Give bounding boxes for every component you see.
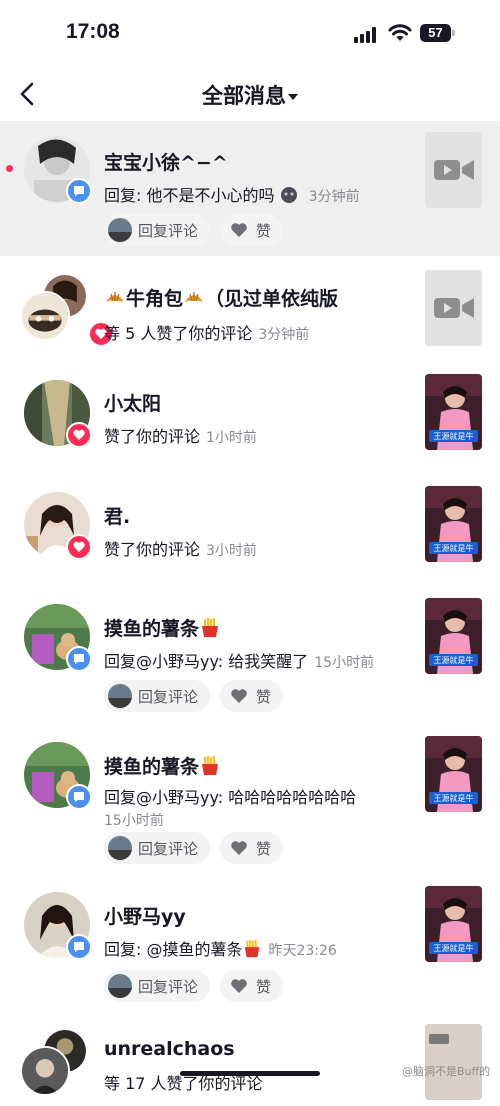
status-bar: 17:08 57 xyxy=(0,0,500,66)
video-thumbnail[interactable]: 王源就是牛 xyxy=(425,886,482,962)
avatar[interactable] xyxy=(24,892,92,960)
heart-icon xyxy=(231,979,247,993)
sender-name[interactable]: unrealchaos xyxy=(104,1038,235,1060)
message-item[interactable]: 牛角包 （见过单依纯版 等 5 人赞了你的评论 3分钟前 xyxy=(0,256,500,364)
wifi-icon xyxy=(388,24,412,41)
message-time: 3分钟前 xyxy=(258,327,310,343)
avatar[interactable] xyxy=(24,136,92,204)
sender-name[interactable]: 君. xyxy=(104,502,130,529)
like-button[interactable]: 赞 xyxy=(220,680,284,712)
message-time: 3小时前 xyxy=(206,543,257,559)
battery-level: 57 xyxy=(420,24,451,42)
video-thumbnail[interactable] xyxy=(425,132,482,208)
thumb-mini xyxy=(108,684,132,708)
svg-text:王源就是牛: 王源就是牛 xyxy=(434,943,474,953)
video-thumbnail[interactable] xyxy=(425,270,482,346)
message-item[interactable]: 君. 赞了你的评论 3小时前 王源就是牛 xyxy=(0,476,500,588)
reply-comment-button[interactable]: 回复评论 xyxy=(104,214,211,246)
message-item[interactable]: 摸鱼的薯条 回复@小野马yy: 哈哈哈哈哈哈哈哈 15小时前 回复评论 赞 王源… xyxy=(0,726,500,876)
page-title-label: 全部消息 xyxy=(202,84,286,108)
like-badge-icon xyxy=(66,534,92,560)
comment-badge-icon xyxy=(66,934,92,960)
like-badge-icon xyxy=(66,422,92,448)
svg-text:王源就是牛: 王源就是牛 xyxy=(434,543,474,553)
message-text: 赞了你的评论 3小时前 xyxy=(104,540,257,559)
caret-down-icon xyxy=(288,94,298,100)
fries-icon xyxy=(202,618,219,637)
sender-name[interactable]: 宝宝小徐^−^ xyxy=(104,148,228,175)
battery-icon: 57 xyxy=(420,24,456,42)
header: 全部消息 xyxy=(0,66,500,122)
message-time: 15小时前 xyxy=(104,813,164,829)
fries-icon xyxy=(245,939,260,958)
message-list: 宝宝小徐^−^ 回复: 他不是不小心的吗 3分钟前 回复评论 赞 牛角包 （见过… xyxy=(0,122,500,1106)
heart-icon xyxy=(231,223,247,237)
avatar-group[interactable] xyxy=(20,273,114,347)
video-camera-icon xyxy=(433,298,474,318)
message-time: 1小时前 xyxy=(206,430,257,446)
video-thumbnail[interactable]: 王源就是牛 xyxy=(425,374,482,450)
comment-badge-icon xyxy=(66,178,92,204)
svg-text:王源就是牛: 王源就是牛 xyxy=(434,431,474,441)
reply-comment-button[interactable]: 回复评论 xyxy=(104,832,211,864)
video-thumbnail[interactable] xyxy=(425,1024,482,1100)
message-text: 回复: @摸鱼的薯条 昨天23:26 xyxy=(104,939,337,959)
thumb-mini xyxy=(108,974,132,998)
home-indicator[interactable] xyxy=(180,1071,320,1076)
svg-text:王源就是牛: 王源就是牛 xyxy=(434,655,474,665)
like-button[interactable]: 赞 xyxy=(220,970,284,1002)
message-item[interactable]: 摸鱼的薯条 回复@小野马yy: 给我笑醒了 15小时前 回复评论 赞 王源就是牛 xyxy=(0,588,500,726)
sender-name[interactable]: 小太阳 xyxy=(104,389,161,416)
watermark: @脑洞不是Buff的 xyxy=(402,1065,491,1078)
message-time: 3分钟前 xyxy=(308,189,360,205)
heart-icon xyxy=(231,841,247,855)
heart-icon xyxy=(231,689,247,703)
signal-icon xyxy=(354,27,376,43)
comment-badge-icon xyxy=(66,646,92,672)
video-thumbnail[interactable]: 王源就是牛 xyxy=(425,598,482,674)
like-button[interactable]: 赞 xyxy=(220,832,284,864)
message-text: 等 5 人赞了你的评论 3分钟前 xyxy=(104,324,310,343)
avatar[interactable] xyxy=(24,492,92,560)
sender-name[interactable]: 牛角包 （见过单依纯版 xyxy=(104,284,338,311)
sender-name[interactable]: 摸鱼的薯条 xyxy=(104,614,221,641)
avatar[interactable] xyxy=(24,604,92,672)
croissant-icon xyxy=(185,292,204,302)
avatar[interactable] xyxy=(24,742,92,810)
video-camera-icon xyxy=(433,160,474,180)
svg-text:王源就是牛: 王源就是牛 xyxy=(434,793,474,803)
message-text: 回复: 他不是不小心的吗 3分钟前 xyxy=(104,186,360,205)
thumb-mini xyxy=(108,836,132,860)
message-text: 回复@小野马yy: 哈哈哈哈哈哈哈哈 xyxy=(104,788,357,807)
message-item[interactable]: 小野马yy 回复: @摸鱼的薯条 昨天23:26 回复评论 赞 王源就是牛 xyxy=(0,876,500,1016)
like-button[interactable]: 赞 xyxy=(220,214,284,246)
message-time: 15小时前 xyxy=(314,655,375,671)
thumb-mini xyxy=(108,218,132,242)
unread-dot xyxy=(6,165,13,172)
croissant-icon xyxy=(106,292,124,302)
avatar[interactable] xyxy=(24,380,92,448)
status-time: 17:08 xyxy=(66,20,120,43)
video-thumbnail[interactable]: 王源就是牛 xyxy=(425,486,482,562)
sender-name[interactable]: 摸鱼的薯条 xyxy=(104,752,221,779)
message-item[interactable]: 宝宝小徐^−^ 回复: 他不是不小心的吗 3分钟前 回复评论 赞 xyxy=(0,122,500,256)
message-text: 赞了你的评论 1小时前 xyxy=(104,427,257,446)
comment-badge-icon xyxy=(66,784,92,810)
reply-comment-button[interactable]: 回复评论 xyxy=(104,680,211,712)
fries-icon xyxy=(202,756,219,775)
page-title[interactable]: 全部消息 xyxy=(0,80,500,110)
message-item[interactable]: 小太阳 赞了你的评论 1小时前 王源就是牛 xyxy=(0,364,500,476)
sender-name[interactable]: 小野马yy xyxy=(104,902,186,929)
message-text: 回复@小野马yy: 给我笑醒了 15小时前 xyxy=(104,652,375,671)
video-thumbnail[interactable]: 王源就是牛 xyxy=(425,736,482,812)
message-item[interactable]: unrealchaos 等 17 人赞了你的评论 xyxy=(0,1016,500,1106)
emoji-icon xyxy=(280,187,297,203)
message-time: 昨天23:26 xyxy=(268,943,337,959)
avatar-group[interactable] xyxy=(20,1028,92,1100)
reply-comment-button[interactable]: 回复评论 xyxy=(104,970,211,1002)
